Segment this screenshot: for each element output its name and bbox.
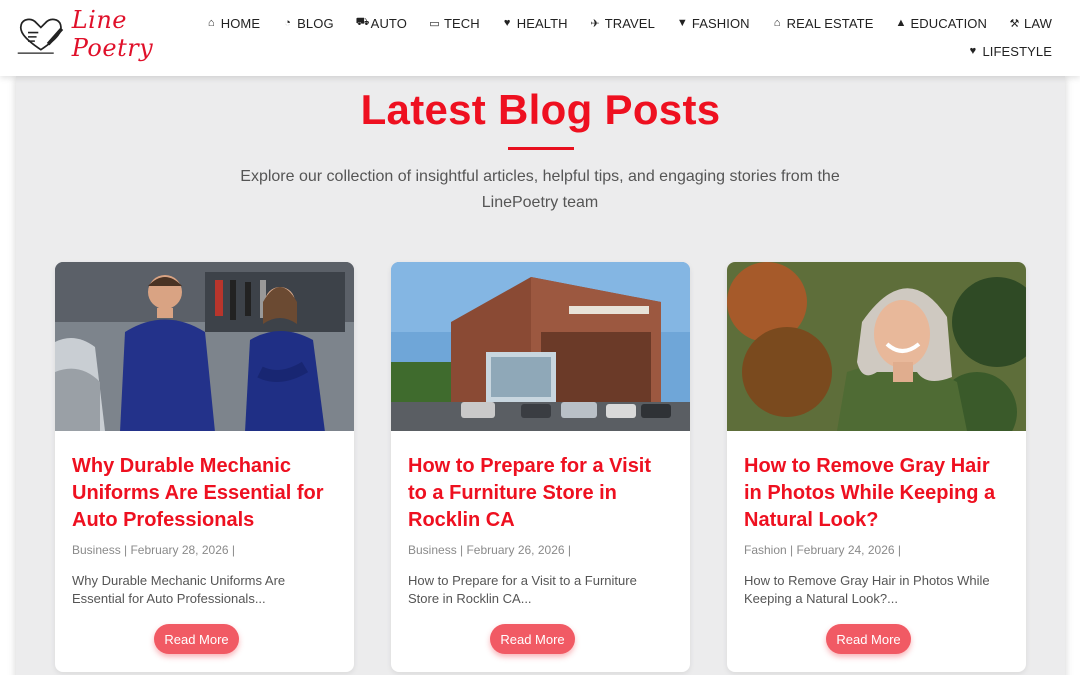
blog-card: How to Remove Gray Hair in Photos While …	[727, 262, 1026, 672]
nav-item-lifestyle[interactable]: ♥ LIFESTYLE	[967, 44, 1052, 59]
laptop-icon: ▭	[429, 17, 440, 30]
home-icon: ⌂	[773, 17, 781, 29]
card-excerpt: How to Prepare for a Visit to a Furnitur…	[408, 573, 637, 606]
feed-icon: ◔	[284, 17, 292, 29]
car-icon: ⛟	[355, 16, 370, 28]
nav-label: TECH	[443, 15, 480, 31]
nav-label: TRAVEL	[604, 15, 655, 31]
nav-label: FASHION	[691, 15, 750, 31]
heart-pen-logo-icon	[17, 18, 64, 54]
nav-item-blog[interactable]: ◔ BLOG	[282, 16, 334, 31]
card-image-store[interactable]	[391, 262, 690, 431]
read-more-button[interactable]: Read More	[154, 624, 239, 654]
page-title: Latest Blog Posts	[360, 86, 721, 133]
card-image-woman[interactable]	[727, 262, 1026, 431]
nav-item-home[interactable]: ⌂ HOME	[206, 16, 260, 31]
nav-label: REAL ESTATE	[786, 15, 874, 31]
site-logo-text: Line Poetry	[71, 6, 154, 62]
nav-item-fashion[interactable]: ▼ FASHION	[677, 16, 750, 31]
blog-section: Latest Blog Posts Explore our collection…	[16, 76, 1065, 675]
nav-label: LAW	[1024, 15, 1052, 31]
gray-hair-woman-photo-icon	[727, 262, 1026, 431]
read-more-button[interactable]: Read More	[490, 624, 575, 654]
nav-label: HEALTH	[516, 15, 568, 31]
plane-icon: ✈	[590, 17, 600, 30]
card-title[interactable]: How to Prepare for a Visit to a Furnitur…	[408, 453, 670, 534]
nav-item-real-estate[interactable]: ⌂ REAL ESTATE	[772, 16, 874, 31]
nav-label: BLOG	[297, 15, 334, 31]
store-building-photo-icon	[391, 262, 690, 431]
card-excerpt: Why Durable Mechanic Uniforms Are Essent…	[72, 573, 286, 606]
card-title[interactable]: Why Durable Mechanic Uniforms Are Essent…	[72, 453, 334, 534]
nav-label: HOME	[220, 15, 261, 31]
nav-row-secondary: ♥ LIFESTYLE	[272, 44, 1052, 59]
nav-item-tech[interactable]: ▭ TECH	[429, 16, 480, 31]
nav-label: EDUCATION	[910, 15, 987, 31]
site-logo[interactable]: Line Poetry	[16, 6, 196, 62]
main-nav: ⌂ HOME ◔ BLOG ⛟ AUTO ▭ TECH ♥ HEALTH ✈ TRAVEL …	[208, 0, 1052, 59]
tshirt-icon: ▼	[676, 17, 688, 29]
nav-item-travel[interactable]: ✈ TRAVEL	[590, 16, 655, 31]
heart-icon: ♥	[503, 17, 511, 29]
nav-item-health[interactable]: ♥ HEALTH	[502, 16, 568, 31]
nav-row-primary: ⌂ HOME ◔ BLOG ⛟ AUTO ▭ TECH ♥ HEALTH ✈ TRAVEL …	[208, 0, 1052, 46]
card-meta: Business | February 28, 2026 |	[72, 543, 235, 557]
card-image-mechanics[interactable]	[55, 262, 354, 431]
nav-label: AUTO	[370, 15, 407, 31]
mechanics-photo-icon	[55, 262, 354, 431]
graduation-cap-icon: ▲	[895, 17, 907, 29]
card-meta: Fashion | February 24, 2026 |	[744, 543, 901, 557]
blog-card: How to Prepare for a Visit to a Furnitur…	[391, 262, 690, 672]
nav-item-law[interactable]: ⚒ LAW	[1009, 16, 1052, 31]
heart-icon: ♥	[969, 45, 977, 57]
nav-item-education[interactable]: ▲ EDUCATION	[896, 16, 988, 31]
gavel-icon: ⚒	[1009, 17, 1020, 30]
card-excerpt: How to Remove Gray Hair in Photos While …	[744, 573, 990, 606]
read-more-button[interactable]: Read More	[826, 624, 911, 654]
site-header: Line Poetry ⌂ HOME ◔ BLOG ⛟ AUTO ▭ TECH ♥ HEA…	[0, 0, 1080, 76]
home-icon: ⌂	[207, 17, 215, 29]
blog-card: Why Durable Mechanic Uniforms Are Essent…	[55, 262, 354, 672]
card-meta: Business | February 26, 2026 |	[408, 543, 571, 557]
section-intro: Explore our collection of insightful art…	[240, 168, 840, 211]
nav-item-auto[interactable]: ⛟ AUTO	[356, 16, 407, 31]
nav-label: LIFESTYLE	[982, 43, 1052, 59]
card-title[interactable]: How to Remove Gray Hair in Photos While …	[744, 453, 1006, 534]
title-underline	[508, 147, 574, 150]
